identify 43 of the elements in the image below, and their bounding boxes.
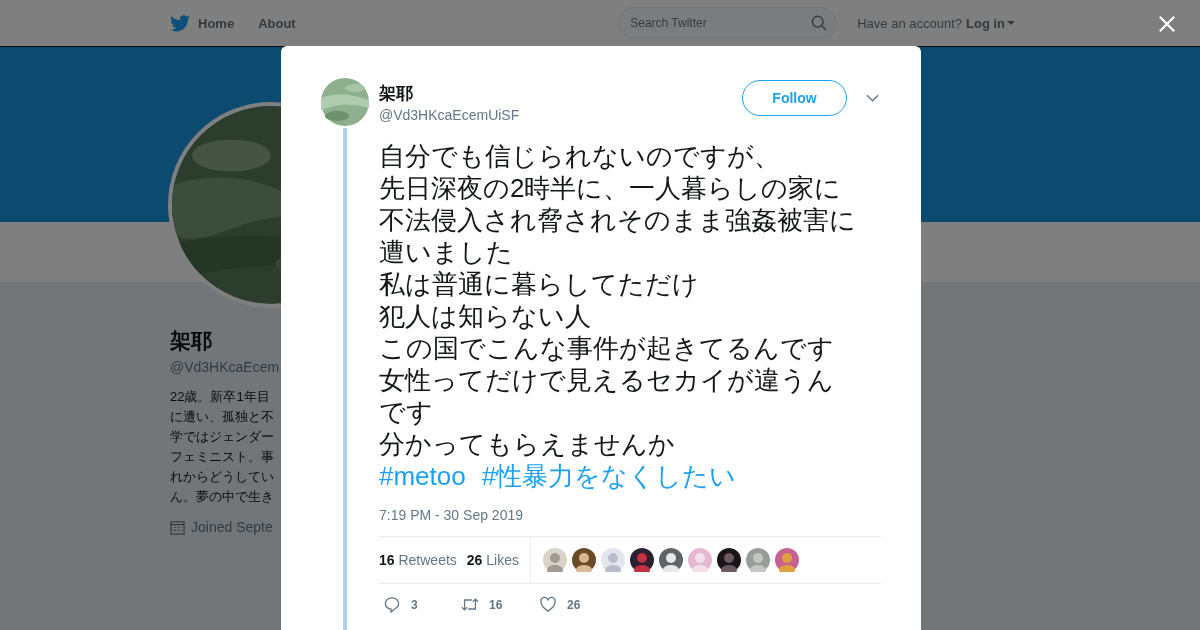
- author-name: 架耶: [379, 82, 414, 105]
- likes-count[interactable]: 26 Likes: [466, 552, 519, 568]
- follow-button[interactable]: Follow: [742, 80, 847, 116]
- tweet-text-line: 犯人は知らない人: [379, 300, 592, 332]
- bio-line: 22歳。新卒1年目: [170, 388, 271, 406]
- bio-line: ん。夢の中で生き: [170, 488, 275, 506]
- hashtag-link[interactable]: #metoo: [379, 460, 466, 492]
- login-link[interactable]: Log in: [966, 15, 1015, 31]
- nav-link[interactable]: About: [258, 15, 296, 31]
- action-count: 16: [489, 597, 503, 612]
- bio-line: に遭い、孤独と不: [170, 408, 275, 426]
- close-icon[interactable]: [1158, 15, 1176, 33]
- speech-bubble-icon[interactable]: [383, 596, 401, 613]
- account-prompt: Have an account?: [857, 15, 962, 31]
- tweet-text-line: 私は普通に暮らしてただけ: [379, 268, 700, 300]
- tweet-text-line: 遭いました: [379, 236, 514, 268]
- tweet-text-line: 自分でも信じられないのですが、: [379, 140, 781, 172]
- retweet-icon[interactable]: [461, 596, 479, 613]
- hashtag-link[interactable]: #性暴力をなくしたい: [481, 460, 737, 492]
- bio-line: フェミニスト。事: [170, 448, 275, 466]
- tweet-text-line: 女性ってだけで見えるセカイが違うん: [379, 364, 835, 396]
- chevron-down-icon[interactable]: [866, 94, 879, 102]
- bird-logo-icon[interactable]: [170, 14, 190, 32]
- retweets-count[interactable]: 16 Retweets: [379, 552, 457, 568]
- nav-link[interactable]: Home: [198, 15, 235, 31]
- tweet-text-line: 先日深夜の2時半に、一人暮らしの家に: [379, 172, 843, 204]
- tweet-text-line: 不法侵入され脅されそのまま強姦被害に: [379, 204, 857, 236]
- tweet-text-line: この国でこんな事件が起きてるんです: [379, 332, 835, 364]
- search-icon[interactable]: [811, 15, 828, 31]
- bio-line: 学ではジェンダー: [170, 428, 275, 446]
- profile-name: 架耶: [170, 328, 213, 354]
- profile-handle: @Vd3HKcaEcem: [170, 359, 281, 375]
- tweet-text-line: です: [379, 396, 434, 428]
- bio-line: れからどうしてい: [170, 468, 275, 486]
- author-handle: @Vd3HKcaEcemUiSF: [379, 106, 521, 123]
- calendar-icon: [170, 519, 185, 535]
- action-count: 3: [411, 597, 418, 612]
- action-count: 26: [567, 597, 581, 612]
- heart-icon[interactable]: [539, 596, 557, 613]
- search-field[interactable]: Search Twitter: [617, 7, 838, 39]
- joined-date: Joined Septe: [191, 519, 273, 535]
- tweet-text-line: 分かってもらえませんか: [379, 428, 676, 460]
- tweet-timestamp: 7:19 PM - 30 Sep 2019: [379, 507, 524, 523]
